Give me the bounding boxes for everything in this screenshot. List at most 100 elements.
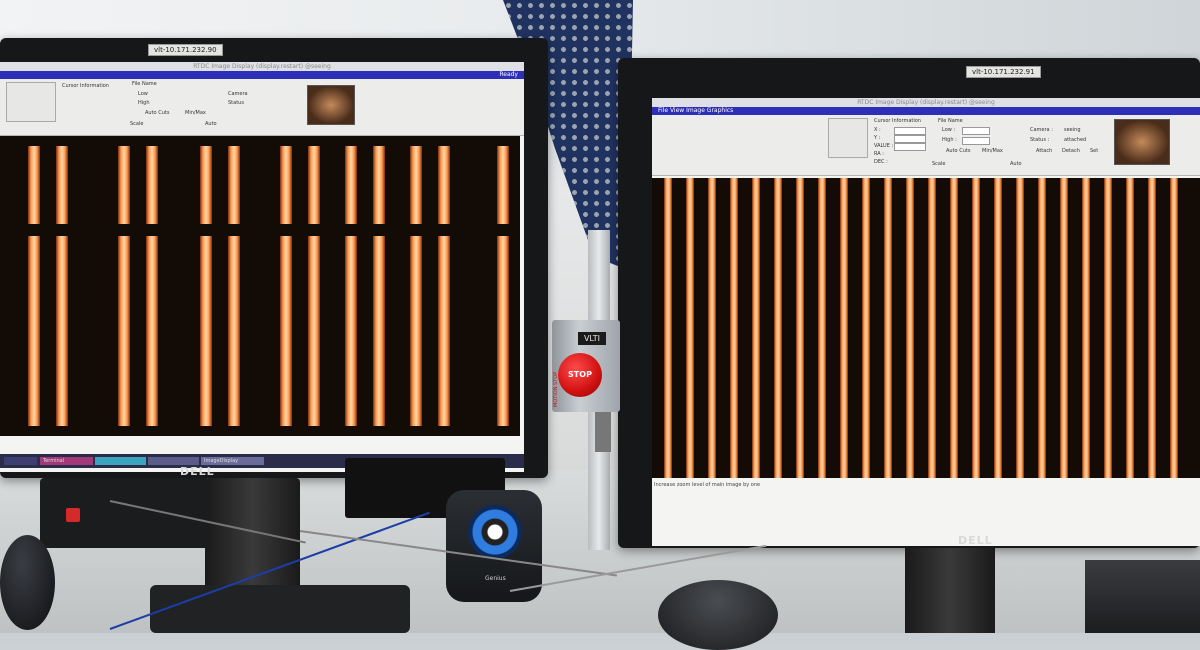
fringe-line	[410, 236, 422, 426]
fringe-line	[752, 178, 760, 478]
left-task-4[interactable]	[148, 457, 199, 465]
left-thumbnail-image	[307, 85, 355, 125]
right-scale-label: Scale	[932, 161, 946, 167]
right-fringe-image[interactable]	[652, 178, 1200, 478]
left-control-panel: Cursor Information File Name Low High Ca…	[0, 79, 524, 136]
left-status-label: Status	[228, 100, 244, 106]
fringe-line	[410, 146, 422, 224]
side-device	[1085, 560, 1200, 633]
fringe-line	[1170, 178, 1178, 478]
right-auto-label: Auto	[1010, 161, 1022, 167]
left-fringe-image[interactable]	[0, 136, 520, 436]
fringe-line	[862, 178, 870, 478]
fringe-line	[146, 146, 158, 224]
right-status-bar: Increase zoom level of main image by one	[654, 482, 761, 488]
right-x-field	[894, 127, 926, 135]
right-y-field	[894, 135, 926, 143]
fringe-line	[708, 178, 716, 478]
fringe-line	[56, 236, 68, 426]
left-task-image-display[interactable]: ImageDisplay	[201, 457, 264, 465]
fringe-line	[308, 146, 320, 224]
left-window-title: RTDC Image Display (display.restart) @se…	[0, 62, 524, 71]
stop-button[interactable]: STOP	[558, 353, 602, 397]
fringe-line	[280, 236, 292, 426]
fringe-line	[228, 146, 240, 224]
fringe-line	[1148, 178, 1156, 478]
right-status-label: Status :	[1030, 137, 1050, 143]
right-panner[interactable]	[828, 118, 868, 158]
left-task-1[interactable]	[4, 457, 37, 465]
right-monitor-asset-label: vlt-10.171.232.91	[966, 66, 1041, 78]
right-window-title: RTDC Image Display (display.restart) @se…	[652, 98, 1200, 107]
fringe-line	[884, 178, 892, 478]
fringe-line	[1016, 178, 1024, 478]
right-high-label: High :	[942, 137, 957, 143]
left-ready-label: Ready	[499, 71, 518, 78]
left-cursor-info-label: Cursor Information	[62, 83, 109, 89]
left-file-name-label: File Name	[132, 81, 157, 87]
right-cursor-info-label: Cursor Information	[874, 118, 921, 124]
right-low-field[interactable]	[962, 127, 990, 135]
right-attach-button[interactable]: Attach	[1036, 148, 1052, 154]
fringe-line	[1126, 178, 1134, 478]
fringe-line	[1104, 178, 1112, 478]
left-panner[interactable]	[6, 82, 56, 122]
right-mouse[interactable]	[658, 580, 778, 650]
fringe-line	[950, 178, 958, 478]
left-screen: RTDC Image Display (display.restart) @se…	[0, 62, 524, 472]
fringe-line	[730, 178, 738, 478]
left-monitor-base	[150, 585, 410, 633]
left-mouse[interactable]	[0, 535, 55, 630]
fringe-line	[818, 178, 826, 478]
fringe-line	[497, 146, 509, 224]
fringe-line	[345, 236, 357, 426]
right-auto-cuts-button[interactable]: Auto Cuts	[946, 148, 970, 154]
fringe-line	[118, 236, 130, 426]
right-x-label: X :	[874, 127, 881, 133]
right-set-button[interactable]: Set	[1090, 148, 1098, 154]
right-ra-label: RA :	[874, 151, 884, 157]
stop-box-connector	[595, 412, 611, 452]
right-detach-button[interactable]: Detach	[1062, 148, 1080, 154]
fringe-line	[345, 146, 357, 224]
fringe-line	[928, 178, 936, 478]
right-low-label: Low :	[942, 127, 956, 133]
right-status-value: attached	[1064, 137, 1087, 143]
right-high-field[interactable]	[962, 137, 990, 145]
left-min-max-button[interactable]: Min/Max	[185, 110, 206, 116]
fringe-line	[1038, 178, 1046, 478]
fringe-line	[686, 178, 694, 478]
fringe-line	[664, 178, 672, 478]
right-dell-logo: DELL	[958, 534, 993, 547]
fringe-line	[373, 236, 385, 426]
speaker-driver	[468, 505, 522, 559]
fringe-line	[796, 178, 804, 478]
fringe-line	[1060, 178, 1068, 478]
vlti-label: VLTI	[578, 332, 606, 345]
right-dec-label: DEC :	[874, 159, 888, 165]
fringe-line	[56, 146, 68, 224]
right-screen: RTDC Image Display (display.restart) @se…	[652, 98, 1200, 546]
left-scale-label: Scale	[130, 121, 144, 127]
right-monitor-stand	[905, 548, 995, 633]
left-task-3[interactable]	[95, 457, 146, 465]
left-dell-logo: DELL	[180, 465, 215, 478]
fringe-line	[28, 236, 40, 426]
fringe-line	[840, 178, 848, 478]
fringe-line	[438, 146, 450, 224]
fringe-line	[308, 236, 320, 426]
left-auto-cuts-button[interactable]: Auto Cuts	[145, 110, 169, 116]
right-value-label: VALUE :	[874, 143, 894, 149]
speaker-brand: Genius	[485, 575, 506, 582]
right-y-label: Y :	[874, 135, 881, 141]
left-camera-label: Camera	[228, 91, 248, 97]
fringe-line	[280, 146, 292, 224]
fringe-line	[146, 236, 158, 426]
left-task-terminal[interactable]: Terminal	[40, 457, 93, 465]
fringe-line	[28, 146, 40, 224]
fringe-line	[972, 178, 980, 478]
right-control-panel: Cursor Information X : Y : VALUE : RA : …	[652, 115, 1200, 176]
right-menubar[interactable]: File View Image Graphics	[652, 107, 1200, 115]
right-min-max-button[interactable]: Min/Max	[982, 148, 1003, 154]
left-menubar: Ready	[0, 71, 524, 79]
